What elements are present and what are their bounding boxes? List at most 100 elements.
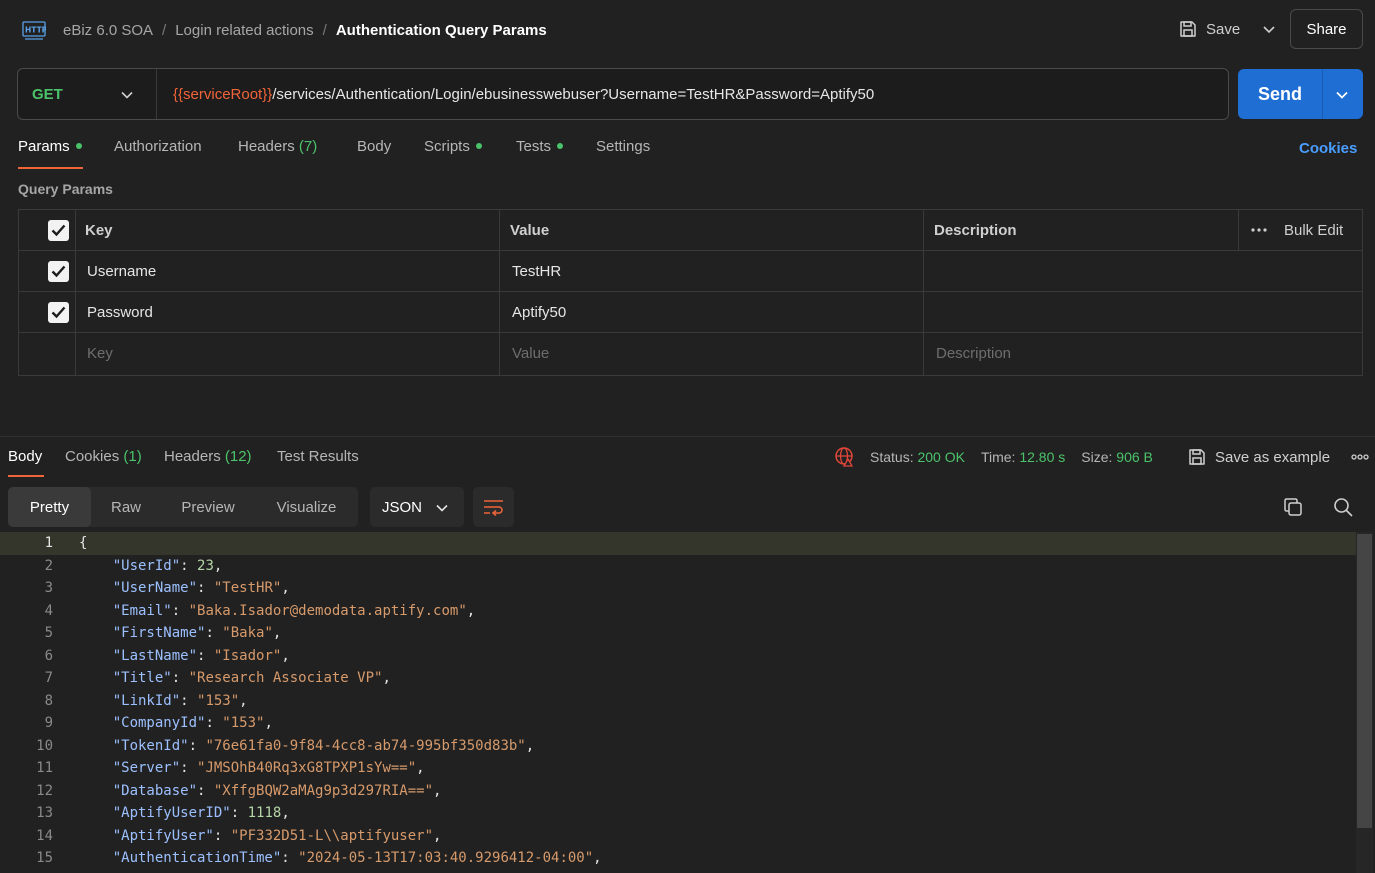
new-value-input[interactable]: Value	[512, 333, 549, 373]
line-number: 4	[44, 602, 53, 619]
chevron-down-icon	[436, 504, 448, 512]
json-value: 1118	[247, 805, 282, 822]
breadcrumb-collection[interactable]: eBiz 6.0 SOA	[63, 22, 153, 39]
json-value: "XffgBQW2aMAg9p3d297RIA=="	[213, 782, 434, 799]
cookies-link[interactable]: Cookies	[1299, 140, 1357, 157]
breadcrumb-folder[interactable]: Login related actions	[175, 22, 313, 39]
json-value: "Baka.Isador@demodata.aptify.com"	[188, 602, 467, 619]
param-description[interactable]	[936, 292, 1356, 332]
column-divider	[1238, 210, 1239, 250]
tab-settings[interactable]: Settings	[596, 138, 650, 155]
globe-error-icon[interactable]	[834, 446, 856, 468]
chevron-down-icon[interactable]	[1335, 88, 1349, 102]
view-mode-raw[interactable]: Raw	[91, 487, 161, 527]
tab-params[interactable]: Params	[18, 138, 82, 155]
response-tab-test-results[interactable]: Test Results	[277, 448, 359, 465]
checkmark-icon	[51, 224, 66, 237]
wrap-lines-button[interactable]	[473, 487, 514, 527]
table-row: Password Aptify50	[19, 292, 1362, 333]
tab-body[interactable]: Body	[357, 138, 391, 155]
json-value: "2024-05-13T17:03:40.9296412-04:00"	[298, 850, 594, 867]
response-body-editor[interactable]: 1{2 "UserId": 23, 3 "UserName": "TestHR",…	[0, 532, 1375, 873]
url-variable: {{serviceRoot}}	[173, 85, 273, 103]
line-number: 1	[44, 535, 53, 552]
url-input[interactable]: {{serviceRoot}}/services/Authentication/…	[173, 69, 874, 119]
send-button[interactable]: Send	[1238, 69, 1363, 119]
param-value[interactable]: TestHR	[512, 251, 561, 291]
view-mode-pretty[interactable]: Pretty	[8, 487, 91, 527]
size-value[interactable]: 906 B	[1116, 449, 1153, 465]
table-row-new: Key Value Description	[19, 333, 1362, 375]
row-checkbox[interactable]	[48, 261, 69, 282]
param-description[interactable]	[936, 251, 1356, 291]
response-tab-headers-label: Headers	[164, 448, 221, 465]
breadcrumb-request-name[interactable]: Authentication Query Params	[336, 22, 547, 39]
response-tab-headers[interactable]: Headers (12)	[164, 448, 252, 465]
line-number: 14	[36, 827, 53, 844]
share-button[interactable]: Share	[1290, 9, 1363, 49]
time-value[interactable]: 12.80 s	[1019, 449, 1065, 465]
tab-scripts[interactable]: Scripts	[424, 138, 482, 155]
select-all-checkbox[interactable]	[48, 220, 69, 241]
response-tab-cookies[interactable]: Cookies (1)	[65, 448, 142, 465]
status-value[interactable]: 200 OK	[917, 449, 964, 465]
format-label: JSON	[382, 498, 423, 516]
code-text: "AptifyUser": "PF332D51-L\\aptifyuser",	[112, 827, 442, 844]
new-description-input[interactable]: Description	[936, 333, 1011, 373]
format-select[interactable]: JSON	[370, 487, 464, 527]
json-key: "Title"	[112, 670, 172, 687]
view-mode-preview[interactable]: Preview	[161, 487, 255, 527]
size-label: Size:	[1081, 449, 1113, 465]
url-path: /services/Authentication/Login/ebusiness…	[272, 85, 875, 103]
param-key[interactable]: Username	[87, 251, 156, 291]
json-key: "Database"	[112, 782, 198, 799]
editor-scroll-thumb[interactable]	[1357, 534, 1372, 828]
row-checkbox[interactable]	[48, 302, 69, 323]
line-number: 5	[44, 625, 53, 642]
code-line: 4 "Email": "Baka.Isador@demodata.aptify.…	[0, 600, 1356, 623]
line-number: 11	[36, 760, 53, 777]
json-value: "153"	[222, 715, 265, 732]
response-divider[interactable]	[0, 436, 1375, 437]
code-text: "CompanyId": "153",	[112, 715, 273, 732]
search-icon[interactable]	[1333, 497, 1353, 517]
param-value[interactable]: Aptify50	[512, 292, 566, 332]
chevron-down-icon[interactable]	[1262, 22, 1276, 36]
save-as-example-button[interactable]: Save as example	[1187, 446, 1330, 468]
response-status: Status: 200 OK Time: 12.80 s Size: 906 B	[834, 446, 1153, 468]
bulk-edit-button[interactable]: Bulk Edit	[1284, 210, 1343, 250]
code-line: 13 "AptifyUserID": 1118,	[0, 802, 1356, 825]
view-mode-visualize[interactable]: Visualize	[255, 487, 358, 527]
new-key-input[interactable]: Key	[87, 333, 113, 373]
copy-icon[interactable]	[1283, 497, 1303, 517]
save-button[interactable]: Save	[1178, 16, 1276, 42]
more-options-icon[interactable]	[1251, 210, 1267, 250]
tab-authorization[interactable]: Authorization	[114, 138, 202, 155]
save-label: Save	[1206, 20, 1241, 38]
save-icon	[1189, 449, 1205, 465]
json-value: "76e61fa0-9f84-4cc8-ab74-995bf350d83b"	[205, 737, 526, 754]
json-key: "AptifyUserID"	[112, 805, 231, 822]
json-value: "JMSOhB40Rq3xG8TPXP1sYw=="	[197, 760, 417, 777]
wrap-lines-icon	[484, 500, 503, 517]
status-dot	[475, 143, 482, 150]
svg-text:HTTP: HTTP	[25, 26, 46, 35]
json-key: "LastName"	[112, 647, 198, 664]
response-tab-body[interactable]: Body	[8, 448, 42, 465]
tab-tests[interactable]: Tests	[516, 138, 564, 155]
param-key[interactable]: Password	[87, 292, 153, 332]
line-number: 12	[36, 782, 53, 799]
tab-headers[interactable]: Headers (7)	[238, 138, 317, 155]
code-text: "AptifyUserID": 1118,	[112, 805, 290, 822]
method-select[interactable]: GET	[18, 69, 157, 119]
code-text: "LastName": "Isador",	[112, 647, 290, 664]
code-text: {	[79, 535, 88, 552]
json-key: "CompanyId"	[112, 715, 206, 732]
method-label: GET	[32, 85, 63, 103]
more-options-icon[interactable]	[1351, 454, 1369, 460]
checkmark-icon	[51, 265, 66, 278]
tab-headers-label: Headers	[238, 138, 295, 155]
code-line: 2 "UserId": 23,	[0, 555, 1356, 578]
line-number: 15	[36, 850, 53, 867]
column-header-key: Key	[85, 221, 113, 239]
